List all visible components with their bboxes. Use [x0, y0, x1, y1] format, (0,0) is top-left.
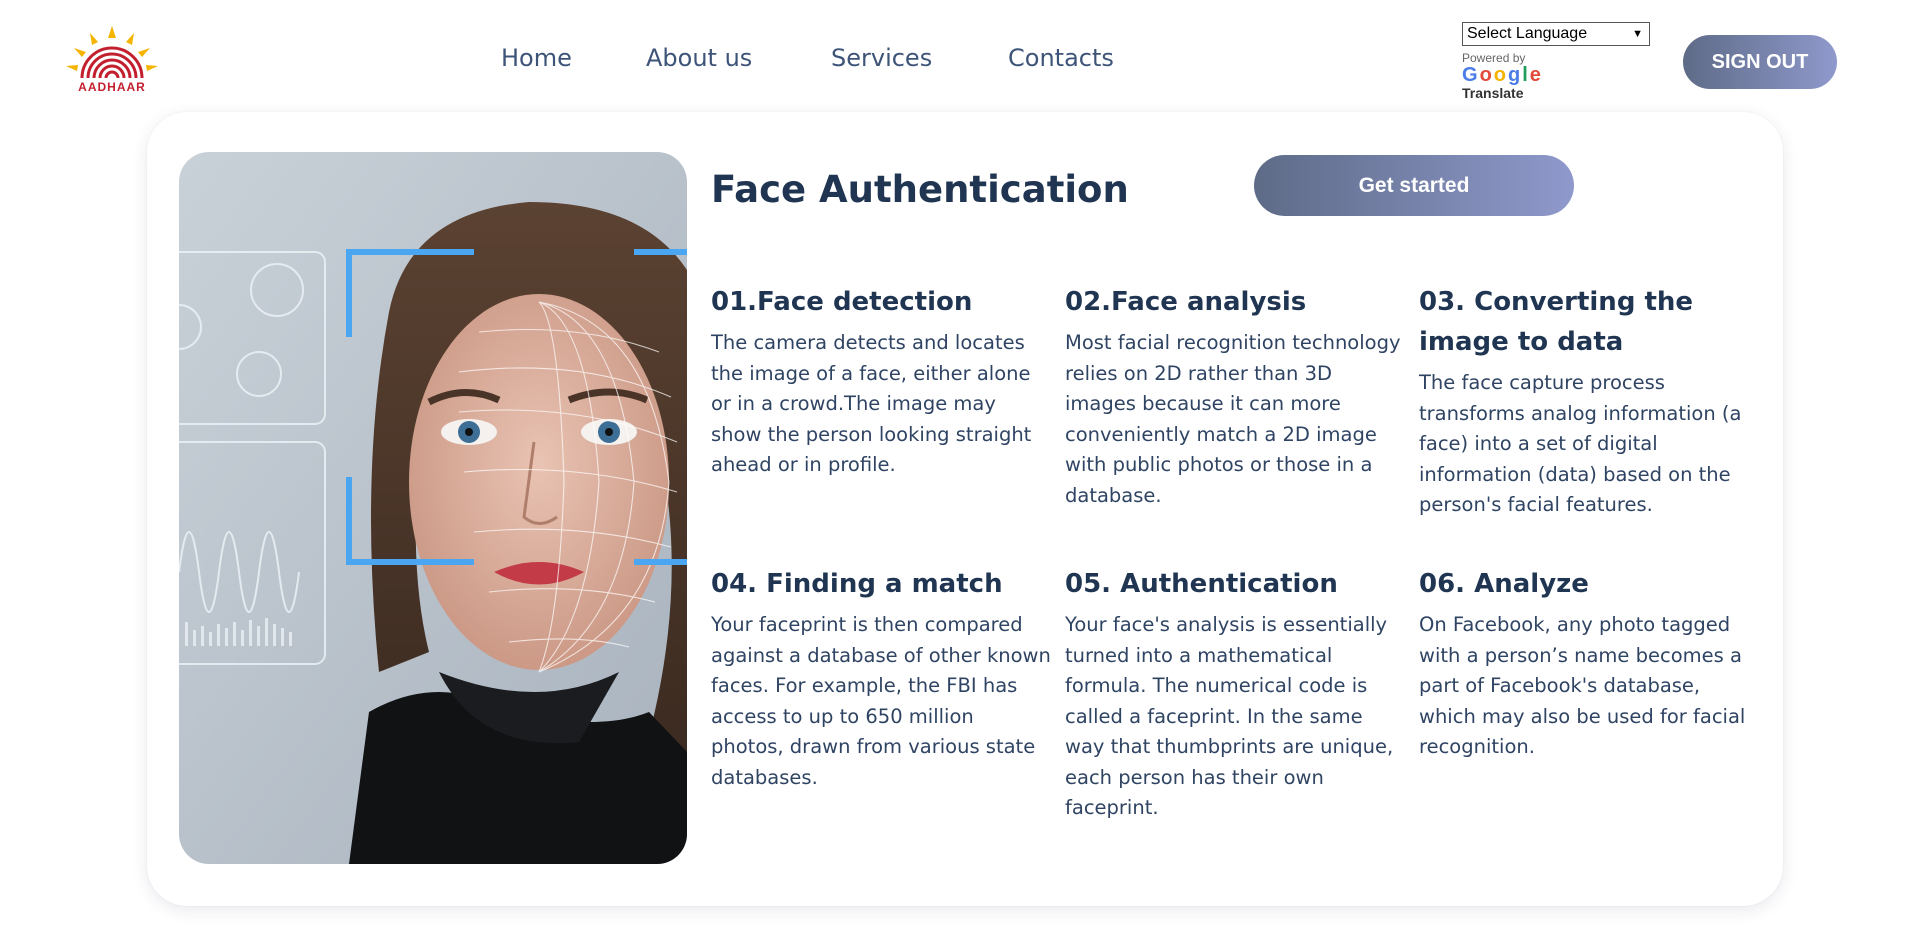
translate-label: Translate [1462, 85, 1524, 101]
step-title: 05. Authentication [1065, 569, 1338, 599]
logo-wordmark: AADHAAR [78, 80, 146, 94]
step-card: 04. Finding a match Your faceprint is th… [711, 564, 1051, 793]
step-text: Your faceprint is then compared against … [711, 613, 1051, 789]
powered-by-label: Powered by [1462, 51, 1526, 65]
nav-contacts[interactable]: Contacts [1008, 44, 1114, 72]
face-recognition-image [179, 152, 687, 864]
step-title: 02.Face analysis [1065, 287, 1307, 317]
aadhaar-logo[interactable]: AADHAAR [60, 26, 164, 98]
language-select-value: Select Language [1467, 25, 1588, 42]
step-title: 03. Converting the image to data [1419, 287, 1694, 357]
nav-services[interactable]: Services [831, 44, 932, 72]
step-title: 04. Finding a match [711, 569, 1003, 599]
language-select[interactable]: Select Language ▼ [1462, 22, 1650, 46]
step-card: 01.Face detection The camera detects and… [711, 282, 1051, 481]
google-translate-widget: Select Language ▼ Powered by Google Tran… [1462, 22, 1650, 101]
aadhaar-logo-icon [66, 26, 158, 79]
nav-home[interactable]: Home [501, 44, 572, 72]
step-card: 02.Face analysis Most facial recognition… [1065, 282, 1405, 511]
page-title: Face Authentication [711, 168, 1129, 211]
site-header: AADHAAR Home About us Services Contacts … [0, 0, 1920, 110]
get-started-button[interactable]: Get started [1254, 155, 1574, 216]
step-text: Your face's analysis is essentially turn… [1065, 613, 1394, 819]
step-title: 01.Face detection [711, 287, 973, 317]
step-text: The face capture process transforms anal… [1419, 371, 1742, 516]
step-text: On Facebook, any photo tagged with a per… [1419, 613, 1746, 758]
sign-out-button[interactable]: SIGN OUT [1683, 35, 1837, 89]
step-card: 06. Analyze On Facebook, any photo tagge… [1419, 564, 1759, 763]
nav-about-us[interactable]: About us [646, 44, 752, 72]
chevron-down-icon: ▼ [1632, 28, 1643, 40]
step-title: 06. Analyze [1419, 569, 1589, 599]
step-text: The camera detects and locates the image… [711, 331, 1032, 476]
step-text: Most facial recognition technology relie… [1065, 331, 1401, 507]
google-logo[interactable]: Google [1462, 65, 1650, 85]
face-auth-card: Face Authentication Get started 01.Face … [147, 112, 1783, 906]
step-card: 05. Authentication Your face's analysis … [1065, 564, 1405, 824]
step-card: 03. Converting the image to data The fac… [1419, 282, 1759, 521]
